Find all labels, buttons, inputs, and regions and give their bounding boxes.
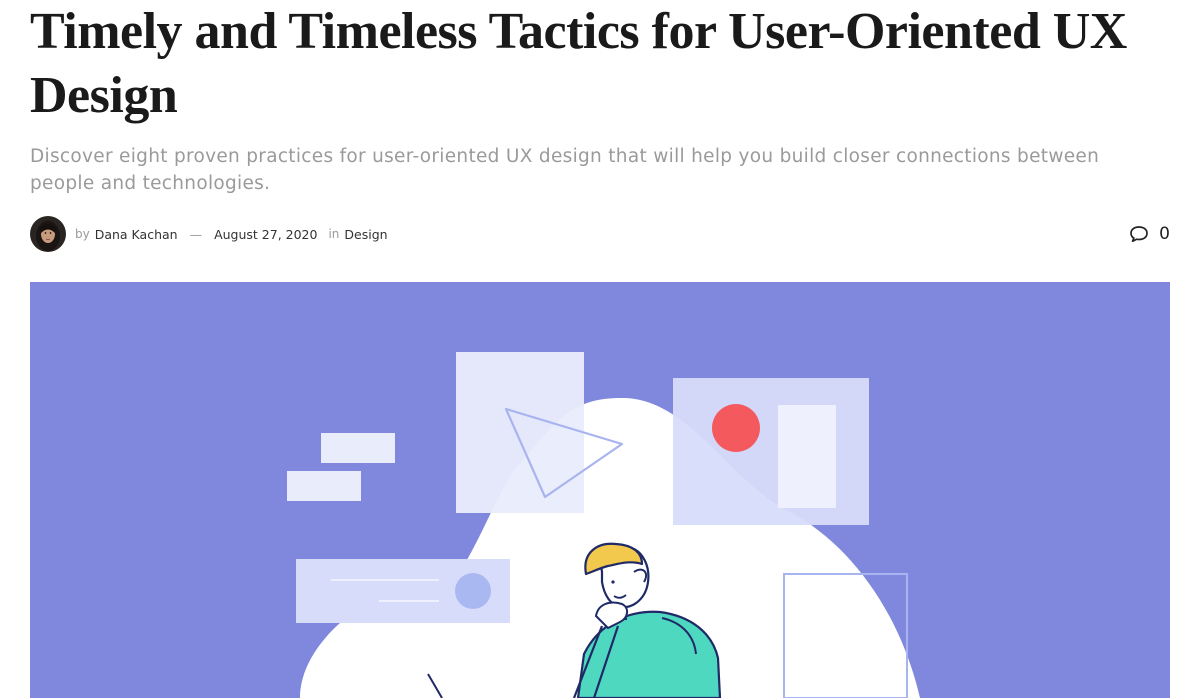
ui-block-small-1 bbox=[321, 433, 395, 463]
author-link[interactable]: Dana Kachan bbox=[95, 227, 178, 242]
article-meta: by Dana Kachan — August 27, 2020 in Desi… bbox=[30, 216, 1170, 252]
category-link[interactable]: Design bbox=[344, 227, 387, 242]
comments-link[interactable]: 0 bbox=[1129, 224, 1170, 244]
text-card-circle bbox=[455, 573, 491, 609]
hero-illustration bbox=[30, 282, 1170, 698]
video-card bbox=[456, 352, 584, 513]
in-label: in bbox=[328, 227, 340, 241]
article-title: Timely and Timeless Tactics for User-Ori… bbox=[30, 3, 1127, 124]
comment-count: 0 bbox=[1159, 224, 1170, 244]
image-card-panel bbox=[778, 405, 836, 508]
author-avatar[interactable] bbox=[30, 216, 66, 252]
red-dot-icon bbox=[712, 404, 760, 452]
image-card bbox=[673, 378, 869, 525]
speech-bubble-icon bbox=[1130, 226, 1149, 243]
ui-block-small-2 bbox=[287, 471, 361, 501]
meta-separator: — bbox=[189, 226, 203, 242]
by-label: by bbox=[75, 227, 90, 241]
publish-date: August 27, 2020 bbox=[214, 226, 318, 242]
article-subtitle: Discover eight proven practices for user… bbox=[30, 146, 1100, 194]
